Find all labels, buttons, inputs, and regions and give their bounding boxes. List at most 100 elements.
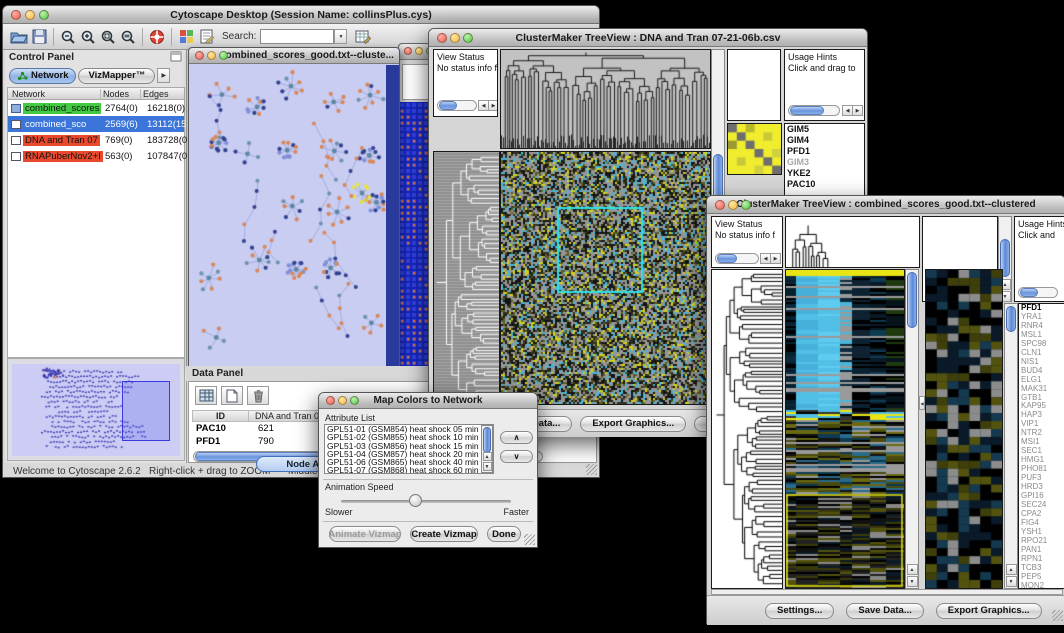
help-lifesaver-icon[interactable] [147,27,167,47]
close-button[interactable] [326,396,335,405]
tv2-gene-label[interactable]: PFD1 [1019,304,1064,313]
network-canvas[interactable] [190,65,386,369]
minimize-button[interactable] [207,51,216,60]
tv2-zoom-heatmap[interactable] [925,269,1003,589]
delete-attribute-icon[interactable] [247,386,269,405]
zoom-button[interactable] [350,396,359,405]
annotation-icon[interactable] [196,27,216,47]
zoom-out-icon[interactable] [58,27,78,47]
tv1-status-hscrollbar[interactable] [437,100,477,111]
tv2-gene-dendrogram-canvas[interactable] [712,270,782,588]
close-button[interactable] [404,47,412,55]
speed-slider-thumb[interactable] [409,494,422,507]
tv2-array-dendrogram-canvas[interactable] [786,217,919,267]
dialog-titlebar[interactable]: Map Colors to Network [319,393,537,409]
tv2-gene-label[interactable]: KAP95 [1019,402,1064,411]
tv2-gene-label[interactable]: SEC1 [1019,447,1064,456]
tv2-gene-label[interactable]: YSH1 [1019,528,1064,537]
scroll-right-icon[interactable] [852,105,863,116]
scroll-up-icon[interactable] [1006,564,1017,575]
tv2-gene-label[interactable]: MON2 [1019,582,1064,589]
minimize-button[interactable] [450,33,460,43]
tv1-gene-label[interactable]: YKE2 [785,168,864,179]
tab-vizmapper[interactable]: VizMapper™ [78,68,155,84]
tv2-gene-label[interactable]: ELG1 [1019,376,1064,385]
attribute-list[interactable]: GPL51-01 (GSM854) heat shock 05 minGPL51… [324,424,494,474]
search-dropdown-icon[interactable] [334,29,347,44]
tv2-gene-label[interactable]: HAP3 [1019,411,1064,420]
tv2-gene-label[interactable]: RPN1 [1019,555,1064,564]
tv2-zoom-heatmap-canvas[interactable] [926,270,1002,588]
tv2-gene-label[interactable]: GPI16 [1019,492,1064,501]
birdseye-view[interactable] [7,358,185,461]
tv2-gene-label[interactable]: VIP1 [1019,420,1064,429]
minimize-button[interactable] [25,10,35,20]
scroll-down-icon[interactable] [1006,576,1017,587]
tv1-gene-label[interactable]: PFD1 [785,146,864,157]
tv2-gene-label[interactable]: NIS1 [1019,358,1064,367]
tv2-gene-label[interactable]: NTR2 [1019,429,1064,438]
tv2-gene-label[interactable]: SPC98 [1019,340,1064,349]
tv2-gene-label[interactable]: TCB3 [1019,564,1064,573]
tv1-selection-matrix[interactable] [727,123,782,175]
tv2-gene-label[interactable]: PAN1 [1019,546,1064,555]
open-file-icon[interactable] [9,27,29,47]
tv1-array-dendrogram-canvas[interactable] [501,50,710,148]
network-list[interactable]: combined_scores 2764(0) 16218(0) combine… [7,100,185,358]
tv2-gene-label[interactable]: PEP5 [1019,573,1064,582]
attribute-browser-icon[interactable] [353,27,373,47]
tv2-status-hscrollbar[interactable] [715,253,759,264]
tv1-array-dendrogram[interactable] [500,49,711,149]
create-vizmap-button[interactable]: Create Vizmap [410,526,478,542]
zoom-button[interactable] [219,51,228,60]
vizmapper-icon[interactable] [176,27,196,47]
tv2-hints-hscrollbar[interactable] [1018,287,1058,298]
scroll-down-icon[interactable] [483,462,492,471]
tv1-button[interactable]: Export Graphics... [580,416,686,432]
tv1-gene-label[interactable]: GIM3 [785,157,864,168]
tv2-gene-label[interactable]: GTB1 [1019,394,1064,403]
treeview1-titlebar[interactable]: ClusterMaker TreeView : DNA and Tran 07-… [429,29,867,47]
save-icon[interactable] [29,27,49,47]
tv2-gene-label[interactable]: MAK31 [1019,385,1064,394]
network-view-titlebar[interactable]: combined_scores_good.txt--cluste... [189,48,399,64]
network-row[interactable]: RNAPuberNov2+I 563(0) 107847(0) [8,148,184,164]
scroll-right-icon[interactable] [488,100,498,111]
birdseye-viewport[interactable] [122,381,170,441]
scroll-right-icon[interactable] [770,253,781,264]
tv2-gene-label[interactable]: PUF3 [1019,474,1064,483]
tv2-genes-vscrollbar[interactable] [1004,303,1018,589]
network-row[interactable]: combined_sco 2569(6) 13112(15) [8,116,184,132]
tv2-gene-dendrogram[interactable] [711,269,783,589]
tv2-gene-label[interactable]: HRD3 [1019,483,1064,492]
close-button[interactable] [715,200,725,210]
move-down-button[interactable]: ∨ [500,450,533,463]
main-resize-grip[interactable] [586,464,597,475]
tv1-gene-label[interactable]: GIM5 [785,124,864,135]
tv2-resize-grip[interactable] [1052,610,1063,621]
minimize-button[interactable] [415,47,423,55]
done-button[interactable]: Done [487,526,521,542]
close-button[interactable] [195,51,204,60]
tv2-gene-label[interactable]: CLN1 [1019,349,1064,358]
tv2-gene-label[interactable]: RPO21 [1019,537,1064,546]
tv1-gene-label[interactable]: PAC10 [785,179,864,190]
table-mode-icon[interactable] [195,386,217,405]
attribute-item[interactable]: GPL51-07 (GSM868) heat shock 60 min [325,466,493,474]
tv1-heatmap[interactable] [500,151,711,405]
tv1-gene-label[interactable]: GIM4 [785,135,864,146]
new-attribute-icon[interactable] [221,386,243,405]
tv1-gene-dendrogram[interactable] [433,151,500,405]
zoom-button[interactable] [463,33,473,43]
zoom-button[interactable] [39,10,49,20]
tv2-gene-label[interactable]: BUD4 [1019,367,1064,376]
tv2-array-dendrogram[interactable] [785,216,920,268]
speed-slider-track[interactable] [341,500,511,503]
network-row[interactable]: combined_scores 2764(0) 16218(0) [8,100,184,116]
network-table-header[interactable]: Network Nodes Edges [7,87,185,100]
tv2-button[interactable]: Settings... [765,603,834,619]
tv2-gene-label[interactable]: YRA1 [1019,313,1064,322]
zoom-fit-icon[interactable] [118,27,138,47]
network-row[interactable]: DNA and Tran 07 769(0) 183728(0) [8,132,184,148]
minimize-button[interactable] [338,396,347,405]
